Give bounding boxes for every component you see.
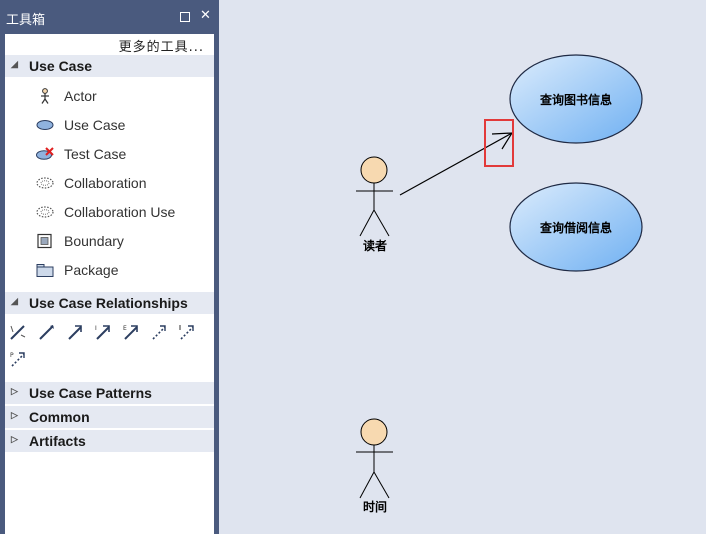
- actor-label: 时间: [362, 500, 387, 514]
- use-case-label: 查询图书信息: [539, 93, 612, 107]
- actor-reader[interactable]: [356, 156, 393, 237]
- use-case-label: 查询借阅信息: [539, 221, 612, 235]
- actor-time[interactable]: [356, 418, 393, 499]
- actor-label: 读者: [362, 239, 387, 253]
- diagram-drawing: [356, 54, 643, 499]
- highlight-box: [484, 119, 514, 167]
